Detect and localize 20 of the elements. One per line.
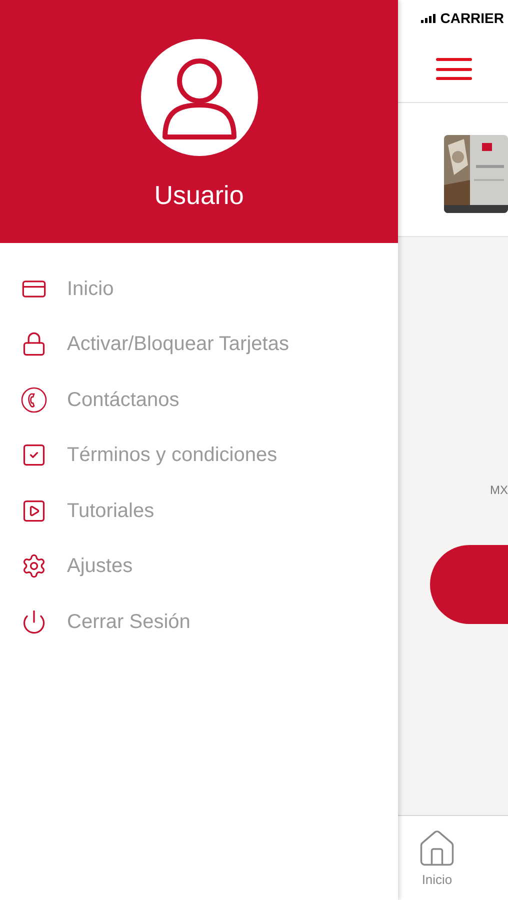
avatar-icon: [140, 39, 258, 156]
menu-item[interactable]: Tutoriales: [0, 483, 398, 538]
menu-item[interactable]: Términos y condiciones: [0, 428, 398, 483]
play-icon: [21, 498, 47, 524]
phone-icon: [21, 386, 47, 413]
signal-icon: [421, 14, 438, 22]
menu-item[interactable]: Inicio: [0, 261, 398, 316]
settings-icon: [21, 553, 47, 580]
checkbox-icon: [21, 442, 47, 468]
power-icon: [21, 608, 47, 635]
lock-icon: [21, 331, 47, 358]
menu-item[interactable]: Cerrar Sesión: [0, 594, 398, 650]
carrier-name: CARRIER: [440, 8, 504, 28]
user-name: Usuario: [154, 179, 244, 212]
menu-item[interactable]: Contáctanos: [0, 372, 398, 428]
menu-item[interactable]: Activar/Bloquear Tarjetas: [0, 316, 398, 372]
menu-item[interactable]: Ajustes: [0, 538, 398, 594]
currency-label: MX: [490, 482, 508, 499]
action-button[interactable]: [430, 545, 508, 624]
menu-button[interactable]: [436, 56, 472, 82]
